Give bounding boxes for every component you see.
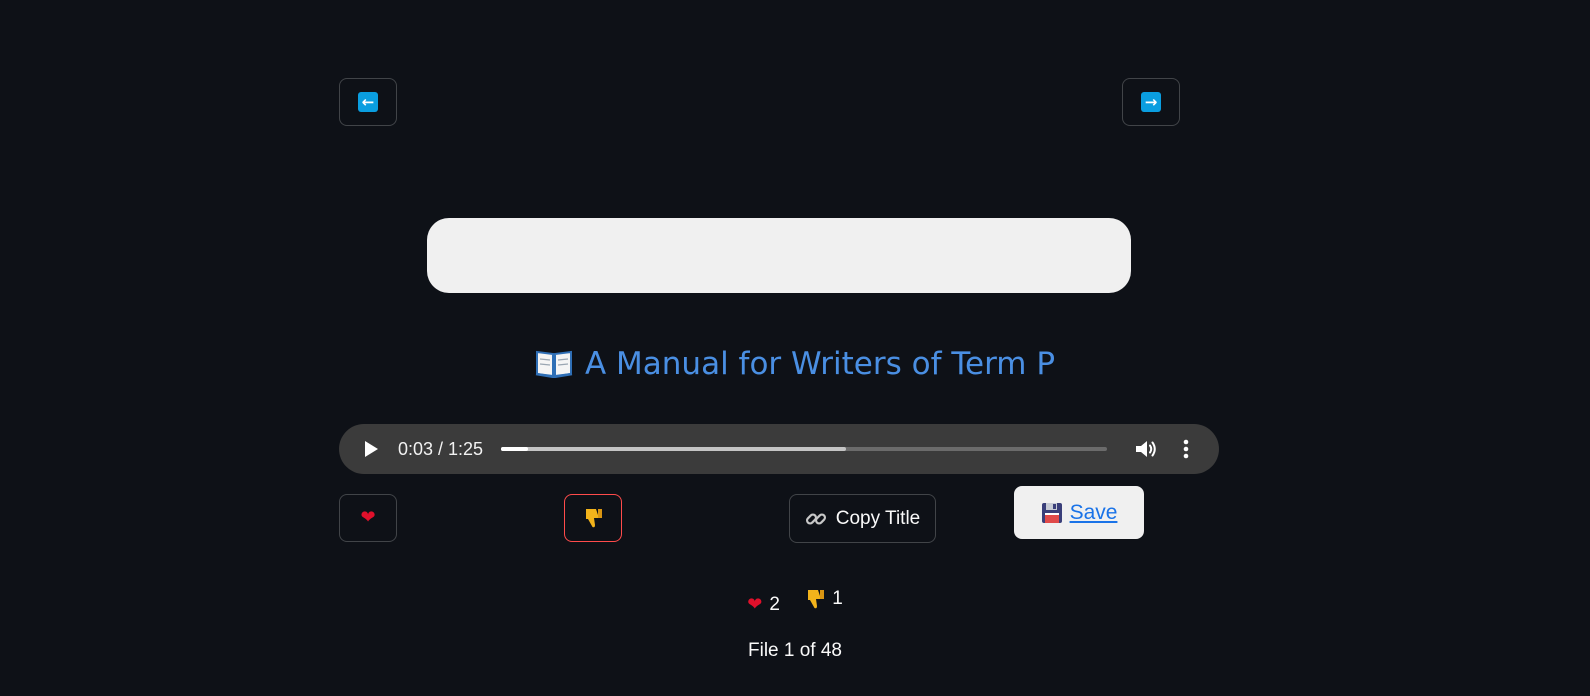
like-count: ❤ 2 [747,594,780,616]
previous-button[interactable]: ← [339,78,397,126]
open-book-icon [535,350,573,378]
more-options-icon[interactable] [1182,438,1190,460]
save-button[interactable]: Save [1014,486,1144,539]
audio-player: 0:03 / 1:25 [339,424,1219,474]
dislike-count: 1 [805,588,843,610]
heart-icon: ❤ [360,507,376,528]
save-label: Save [1069,500,1118,524]
floppy-disk-icon [1041,502,1062,523]
save-link[interactable]: Save [1041,500,1118,525]
buffered-fill [501,447,847,451]
thumbs-down-icon [586,509,602,528]
next-button[interactable]: → [1122,78,1180,126]
heart-icon: ❤ [747,594,763,615]
copy-title-button[interactable]: Copy Title [789,494,936,543]
link-icon [805,512,826,525]
played-fill [501,447,529,451]
time-display: 0:03 / 1:25 [398,439,484,459]
title-text: A Manual for Writers of Term P [584,346,1056,382]
copy-title-label: Copy Title [835,507,921,529]
play-icon[interactable] [365,441,378,457]
volume-icon[interactable] [1134,438,1158,460]
like-count-value: 2 [769,594,780,615]
page: ← → A Manual for Writers of Term P 0:03 … [0,0,1590,696]
page-title: A Manual for Writers of Term P [0,346,1590,382]
dislike-count-value: 1 [832,588,843,609]
left-arrow-icon: ← [358,92,378,112]
right-arrow-icon: → [1141,92,1161,112]
content-display-box [427,218,1131,293]
like-button[interactable]: ❤ [339,494,397,542]
file-counter: File 1 of 48 [748,640,842,661]
reaction-counts: ❤ 2 1 [0,588,1590,616]
dislike-button[interactable] [564,494,622,542]
thumbs-down-icon [808,590,825,609]
seek-bar[interactable] [501,447,1107,451]
